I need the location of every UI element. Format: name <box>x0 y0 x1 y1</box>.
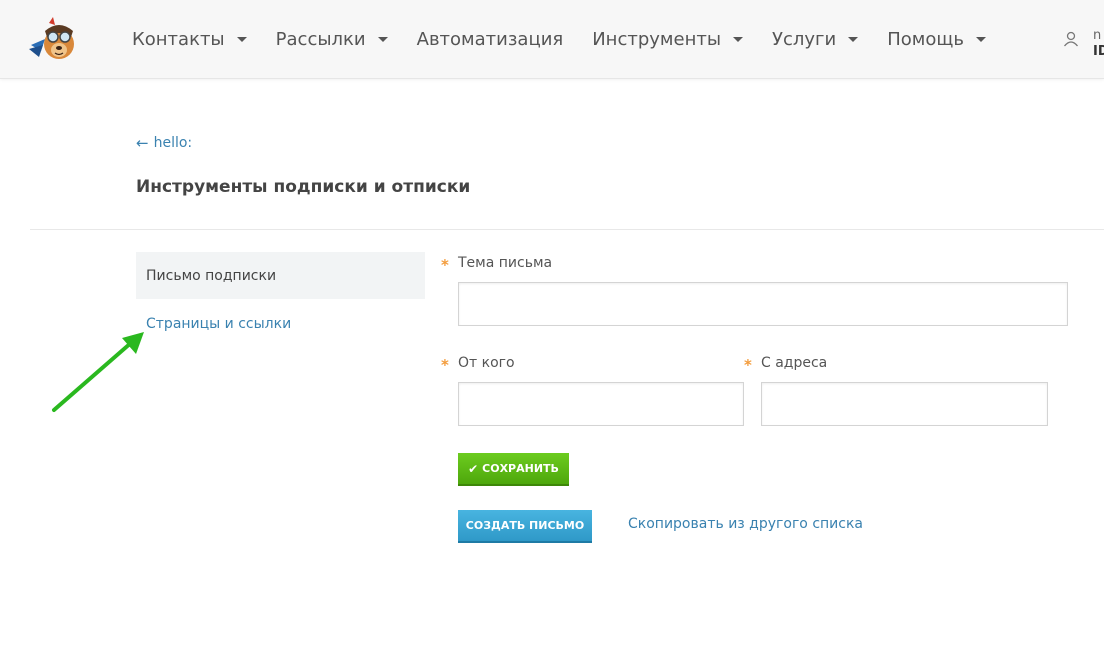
create-letter-button-label: СОЗДАТЬ ПИСЬМО <box>465 519 585 532</box>
nav-tools[interactable]: Инструменты <box>592 28 744 50</box>
section-divider <box>30 229 1104 230</box>
checkmark-icon: ✔ <box>468 461 479 476</box>
required-mark: * <box>441 256 449 274</box>
arrow-left-icon: ← <box>136 134 149 152</box>
back-link-label: hello: <box>153 135 193 151</box>
save-button-label: СОХРАНИТЬ <box>482 462 559 475</box>
nav-help[interactable]: Помощь <box>887 29 986 50</box>
from-address-input[interactable] <box>761 382 1048 426</box>
from-address-label-text: С адреса <box>761 355 828 371</box>
chevron-down-icon <box>236 36 247 42</box>
chevron-down-icon <box>975 36 986 42</box>
from-name-label-text: От кого <box>458 355 515 371</box>
sidebar-item-label: Страницы и ссылки <box>146 316 292 332</box>
chevron-down-icon <box>377 36 388 42</box>
nav-mailings[interactable]: Рассылки <box>276 29 388 50</box>
nav-services[interactable]: Услуги <box>772 28 859 50</box>
back-link[interactable]: ← hello: <box>136 134 192 152</box>
user-icon <box>1063 31 1079 47</box>
copy-from-list-link[interactable]: Скопировать из другого списка <box>628 516 863 532</box>
subject-label: * Тема письма <box>441 255 553 274</box>
from-name-input[interactable] <box>458 382 744 426</box>
subject-label-text: Тема письма <box>458 255 553 271</box>
nav-tools-label: Инструменты <box>592 28 722 50</box>
from-address-label: * С адреса <box>744 355 828 374</box>
nav-contacts-label: Контакты <box>132 28 225 50</box>
from-name-label: * От кого <box>441 355 515 374</box>
chevron-down-icon <box>733 36 744 42</box>
nav-services-label: Услуги <box>772 28 837 50</box>
sidebar-item-label: Письмо подписки <box>146 267 277 284</box>
subject-input[interactable] <box>458 282 1068 326</box>
main-nav: Контакты Рассылки Автоматизация Инструме… <box>132 0 1015 78</box>
nav-automation[interactable]: Автоматизация <box>417 29 564 50</box>
create-letter-button[interactable]: СОЗДАТЬ ПИСЬМО <box>458 510 592 543</box>
nav-mailings-label: Рассылки <box>275 28 366 50</box>
sidebar-item-pages-links[interactable]: Страницы и ссылки <box>146 316 291 332</box>
copy-from-list-label: Скопировать из другого списка <box>628 516 864 532</box>
user-name: n <box>1093 28 1102 43</box>
annotation-arrow-icon <box>52 332 144 412</box>
user-id: ID <box>1093 44 1104 59</box>
required-mark: * <box>441 356 449 374</box>
nav-contacts[interactable]: Контакты <box>132 29 247 50</box>
save-button[interactable]: ✔ СОХРАНИТЬ <box>458 453 569 486</box>
dog-pilot-logo-icon[interactable] <box>27 15 79 63</box>
nav-automation-label: Автоматизация <box>416 28 564 50</box>
page-title: Инструменты подписки и отписки <box>136 177 471 197</box>
sidebar-item-subscription-letter[interactable]: Письмо подписки <box>136 252 425 299</box>
nav-help-label: Помощь <box>887 28 964 50</box>
top-header: Контакты Рассылки Автоматизация Инструме… <box>0 0 1104 79</box>
required-mark: * <box>744 356 752 374</box>
chevron-down-icon <box>848 36 859 42</box>
